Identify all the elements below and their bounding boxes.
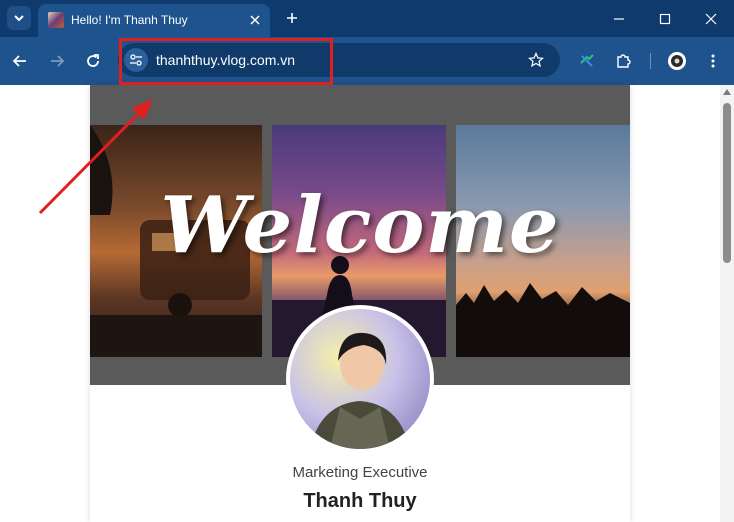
url-highlight-annotation [119, 38, 333, 85]
bookmark-button[interactable] [526, 50, 546, 70]
tab-favicon-icon [48, 12, 64, 28]
profile-button[interactable] [665, 49, 689, 73]
minimize-button[interactable] [596, 0, 642, 37]
plus-icon [287, 13, 297, 23]
scrollbar-thumb[interactable] [723, 103, 731, 263]
browser-tab[interactable]: Hello! I'm Thanh Thuy [38, 4, 270, 37]
more-vert-icon [711, 54, 715, 68]
back-button[interactable] [8, 49, 32, 73]
profile-icon [668, 52, 686, 70]
back-arrow-icon [12, 55, 26, 67]
reload-button[interactable] [81, 49, 105, 73]
forward-arrow-icon [51, 55, 65, 67]
new-tab-button[interactable] [280, 6, 304, 30]
tab-search-button[interactable] [7, 6, 31, 30]
profile-card: Welcome Marketing Executive Thanh Thuy [90, 85, 630, 522]
close-icon [250, 15, 260, 25]
profile-name: Thanh Thuy [303, 490, 417, 512]
forward-button[interactable] [45, 49, 69, 73]
maximize-icon [659, 13, 671, 24]
reload-icon [87, 54, 99, 67]
portrait-icon [310, 332, 410, 449]
minimize-icon [614, 17, 624, 20]
close-window-button[interactable] [688, 0, 734, 37]
puzzle-icon [617, 54, 631, 68]
maximize-button[interactable] [642, 0, 688, 37]
star-icon [528, 52, 544, 68]
page-viewport: Welcome Marketing Executive Thanh Thuy [0, 85, 734, 522]
profile-role: Marketing Executive [292, 464, 428, 481]
tab-close-button[interactable] [246, 11, 264, 29]
chevron-down-icon [14, 15, 24, 22]
extensions-menu-button[interactable] [611, 49, 635, 73]
extension-colorful-icon [580, 54, 594, 67]
browser-menu-button[interactable] [701, 49, 725, 73]
welcome-heading: Welcome [160, 180, 560, 271]
page-scrollbar[interactable] [720, 85, 734, 522]
profile-avatar [286, 305, 434, 453]
tab-title: Hello! I'm Thanh Thuy [71, 13, 188, 27]
browser-toolbar: thanhthuy.vlog.com.vn [0, 37, 734, 85]
close-icon [705, 13, 717, 24]
toolbar-divider [650, 53, 651, 69]
scroll-up-arrow-icon[interactable] [723, 89, 731, 95]
tab-strip: Hello! I'm Thanh Thuy [0, 0, 734, 37]
extension-button[interactable] [575, 49, 599, 73]
